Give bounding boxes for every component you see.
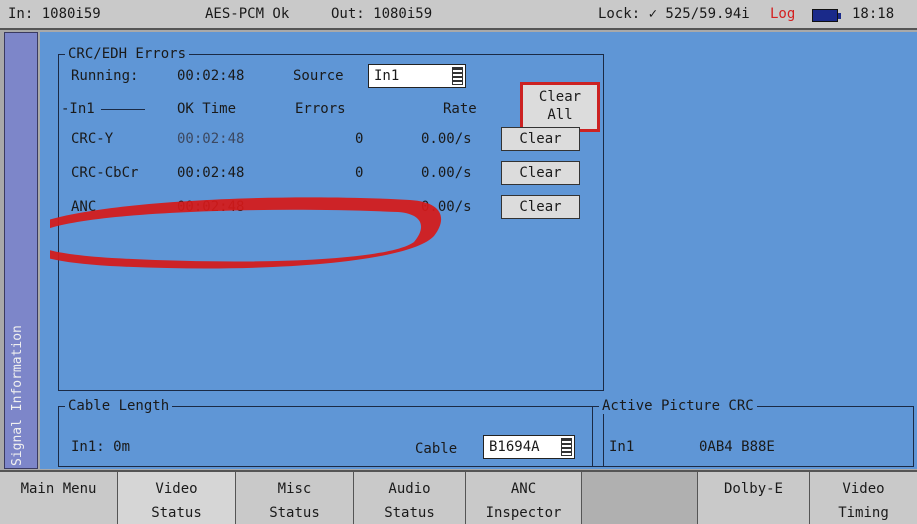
menu-empty-slot [582, 472, 698, 524]
menu-anc-inspector[interactable]: ANC Inspector [466, 472, 582, 524]
menu-label: ANC [510, 481, 537, 497]
cable-length-title: Cable Length [65, 398, 173, 414]
menu-main-menu[interactable]: Main Menu [0, 472, 118, 524]
source-value: In1 [374, 68, 400, 84]
row-ok-time: 00:02:48 [177, 131, 245, 147]
clear-crc-y-button[interactable]: Clear [501, 127, 580, 151]
menu-label: Status [269, 505, 320, 521]
output-format: Out: 1080i59 [331, 6, 433, 22]
menu-label: Video [842, 481, 885, 497]
menu-label: Timing [838, 505, 889, 521]
menu-video-timing[interactable]: Video Timing [810, 472, 917, 524]
menu-dolby-e[interactable]: Dolby-E [698, 472, 810, 524]
menu-label: Status [384, 505, 435, 521]
active-picture-crc-title: Active Picture CRC [599, 398, 757, 414]
apcrc-value: 0AB4 B88E [699, 439, 775, 455]
cable-label: Cable [415, 441, 458, 457]
menu-label: Misc [277, 481, 312, 497]
menu-misc-status[interactable]: Misc Status [236, 472, 354, 524]
scroll-icon [452, 67, 463, 85]
soft-key-menu: Main Menu Video Status Misc Status Audio… [0, 470, 917, 524]
menu-audio-status[interactable]: Audio Status [354, 472, 466, 524]
source-label: Source [293, 68, 344, 84]
menu-label: Status [151, 505, 202, 521]
cable-value: B1694A [489, 439, 540, 455]
row-errors: 0 [355, 165, 364, 181]
cable-length-panel: Cable Length In1: 0m Cable B1694A [58, 398, 604, 467]
scroll-icon [561, 438, 572, 456]
battery-icon [812, 9, 841, 22]
main-panel: CRC/EDH Errors Running: 00:02:48 Source … [40, 32, 917, 469]
crc-edh-title: CRC/EDH Errors [65, 46, 190, 62]
menu-label: Main Menu [20, 481, 97, 497]
running-value: 00:02:48 [177, 68, 245, 84]
clear-anc-button[interactable]: Clear [501, 195, 580, 219]
cable-select[interactable]: B1694A [483, 435, 575, 459]
crc-edh-panel: CRC/EDH Errors Running: 00:02:48 Source … [58, 46, 604, 391]
row-name: ANC [71, 199, 97, 215]
active-picture-crc-panel: Active Picture CRC In1 0AB4 B88E [592, 398, 914, 467]
col-ok-time: OK Time [177, 101, 237, 117]
source-select[interactable]: In1 [368, 64, 466, 88]
clear-all-line1: Clear [538, 89, 582, 105]
row-rate: 0.00/s [421, 131, 472, 147]
sidebar-label: Signal Information [10, 325, 25, 466]
cable-reading: In1: 0m [71, 439, 131, 455]
status-bar: In: 1080i59 AES-PCM Ok Out: 1080i59 Lock… [0, 0, 917, 30]
menu-label: Dolby-E [723, 481, 783, 497]
running-label: Running: [71, 68, 139, 84]
row-rate: 0.00/s [421, 165, 472, 181]
row-rate: 0.00/s [421, 199, 472, 215]
row-ok-time: 00:02:48 [177, 199, 245, 215]
input-format: In: 1080i59 [8, 6, 101, 22]
log-indicator: Log [770, 6, 796, 22]
table-input-label: -In1 [61, 101, 145, 117]
clock: 18:18 [852, 6, 895, 22]
apcrc-input: In1 [609, 439, 635, 455]
row-ok-time: 00:02:48 [177, 165, 245, 181]
menu-label: Audio [388, 481, 431, 497]
menu-label: Inspector [485, 505, 562, 521]
row-name: CRC-CbCr [71, 165, 139, 181]
audio-status: AES-PCM Ok [205, 6, 290, 22]
clear-all-line2: All [547, 107, 573, 123]
menu-label: Video [155, 481, 198, 497]
row-name: CRC-Y [71, 131, 114, 147]
col-errors: Errors [295, 101, 346, 117]
col-rate: Rate [443, 101, 477, 117]
lock-status: Lock: ✓ 525/59.94i [598, 6, 750, 22]
row-errors: 0 [355, 131, 364, 147]
clear-all-button[interactable]: Clear All [520, 82, 600, 132]
clear-crc-cbcr-button[interactable]: Clear [501, 161, 580, 185]
menu-video-status[interactable]: Video Status [118, 472, 236, 524]
